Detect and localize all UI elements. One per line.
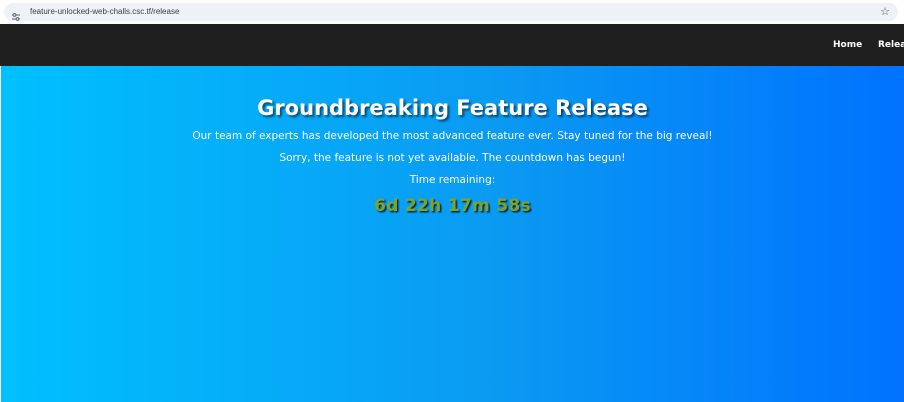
- site-navbar: Home Release: [0, 24, 904, 66]
- address-bar[interactable]: feature-unlocked-web-challs.csc.tf/relea…: [4, 3, 898, 21]
- hero-section: Groundbreaking Feature Release Our team …: [1, 66, 904, 402]
- nav-link-home[interactable]: Home: [833, 24, 862, 66]
- countdown-timer: 6d 22h 17m 58s: [374, 196, 531, 216]
- tune-icon[interactable]: [11, 7, 21, 21]
- nav-link-release[interactable]: Release: [878, 24, 904, 66]
- url-text[interactable]: feature-unlocked-web-challs.csc.tf/relea…: [30, 5, 179, 19]
- browser-toolbar: feature-unlocked-web-challs.csc.tf/relea…: [0, 0, 904, 24]
- unavailable-message: Sorry, the feature is not yet available.…: [279, 152, 626, 164]
- page-title: Groundbreaking Feature Release: [257, 96, 648, 120]
- hero-description: Our team of experts has developed the mo…: [192, 130, 713, 142]
- time-remaining-label: Time remaining:: [409, 174, 496, 186]
- star-icon[interactable]: ☆: [880, 5, 890, 19]
